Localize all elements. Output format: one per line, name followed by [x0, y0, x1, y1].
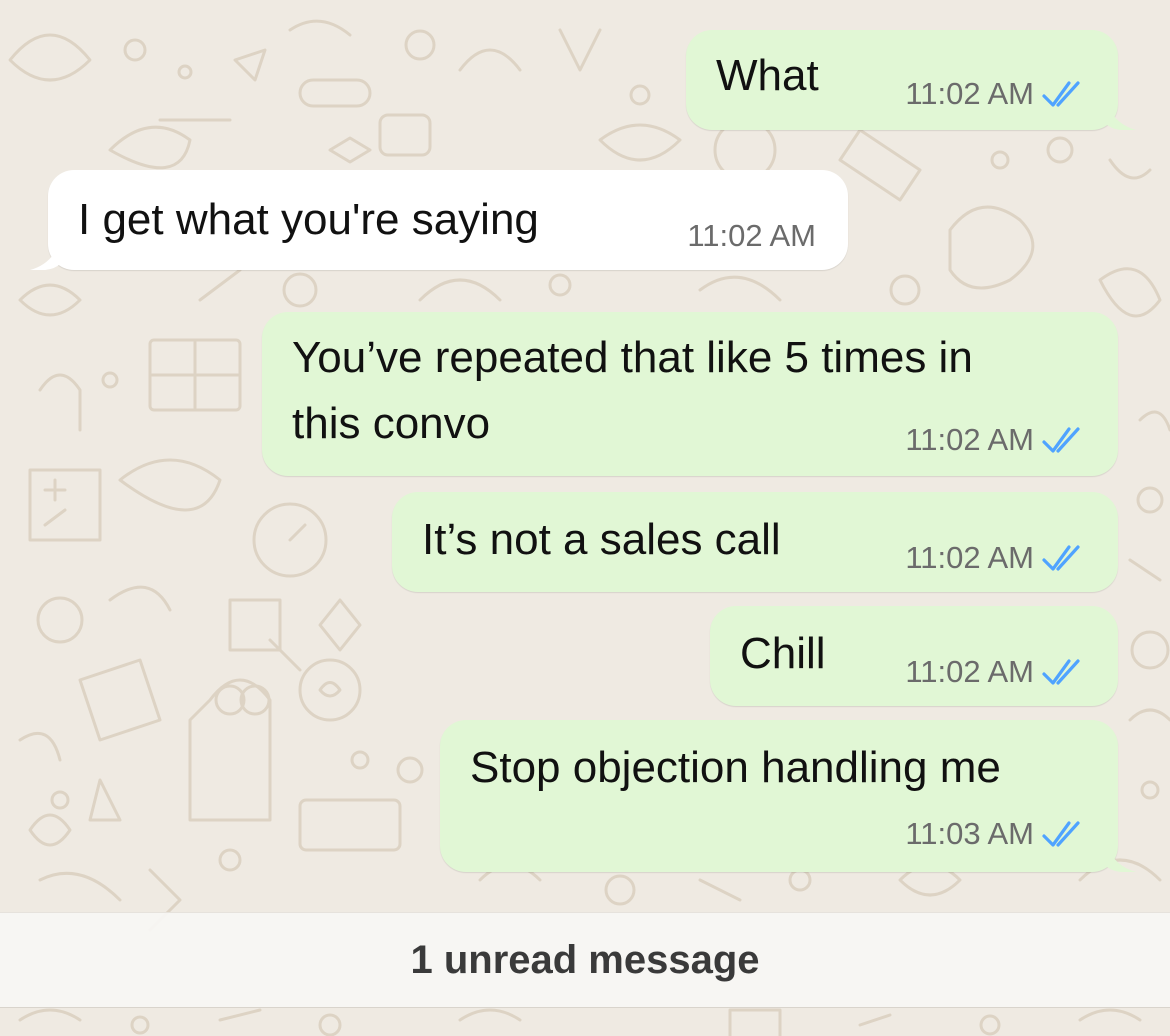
message-meta: 11:03 AM [905, 816, 1088, 852]
chat-thread: What 11:02 AM I get what you're saying 1… [0, 0, 1170, 1036]
message-bubble-incoming[interactable]: I get what you're saying 11:02 AM [48, 170, 848, 270]
double-check-read-icon [1042, 821, 1080, 847]
message-text: It’s not a sales call [422, 515, 781, 564]
message-bubble-outgoing[interactable]: It’s not a sales call 11:02 AM [392, 492, 1118, 592]
double-check-read-icon [1042, 545, 1080, 571]
message-timestamp: 11:03 AM [905, 816, 1034, 851]
message-text-line: You’ve repeated that like 5 times in [292, 333, 973, 382]
bubble-tail-incoming [30, 242, 60, 270]
message-meta: 11:02 AM [687, 218, 816, 254]
message-meta: 11:02 AM [905, 540, 1088, 576]
message-timestamp: 11:02 AM [905, 654, 1034, 689]
message-bubble-outgoing[interactable]: Chill 11:02 AM [710, 606, 1118, 706]
message-text: Stop objection handling me [470, 743, 1001, 792]
message-text: I get what you're saying [78, 195, 539, 244]
message-timestamp: 11:02 AM [687, 218, 816, 253]
message-bubble-outgoing[interactable]: Stop objection handling me 11:03 AM [440, 720, 1118, 872]
double-check-read-icon [1042, 81, 1080, 107]
unread-messages-label: 1 unread message [410, 937, 760, 982]
message-text: What [716, 51, 819, 100]
bubble-tail-outgoing [1106, 844, 1136, 872]
message-meta: 11:02 AM [905, 76, 1088, 112]
message-bubble-outgoing[interactable]: You’ve repeated that like 5 times in thi… [262, 312, 1118, 476]
message-timestamp: 11:02 AM [905, 540, 1034, 575]
message-meta: 11:02 AM [905, 422, 1088, 458]
bubble-tail-outgoing [1106, 102, 1136, 130]
message-text: Chill [740, 629, 826, 678]
message-meta: 11:02 AM [905, 654, 1088, 690]
message-timestamp: 11:02 AM [905, 422, 1034, 457]
unread-messages-divider: 1 unread message [0, 912, 1170, 1008]
double-check-read-icon [1042, 659, 1080, 685]
message-bubble-outgoing[interactable]: What 11:02 AM [686, 30, 1118, 130]
message-timestamp: 11:02 AM [905, 76, 1034, 111]
message-text-line: this convo [292, 399, 491, 448]
double-check-read-icon [1042, 427, 1080, 453]
